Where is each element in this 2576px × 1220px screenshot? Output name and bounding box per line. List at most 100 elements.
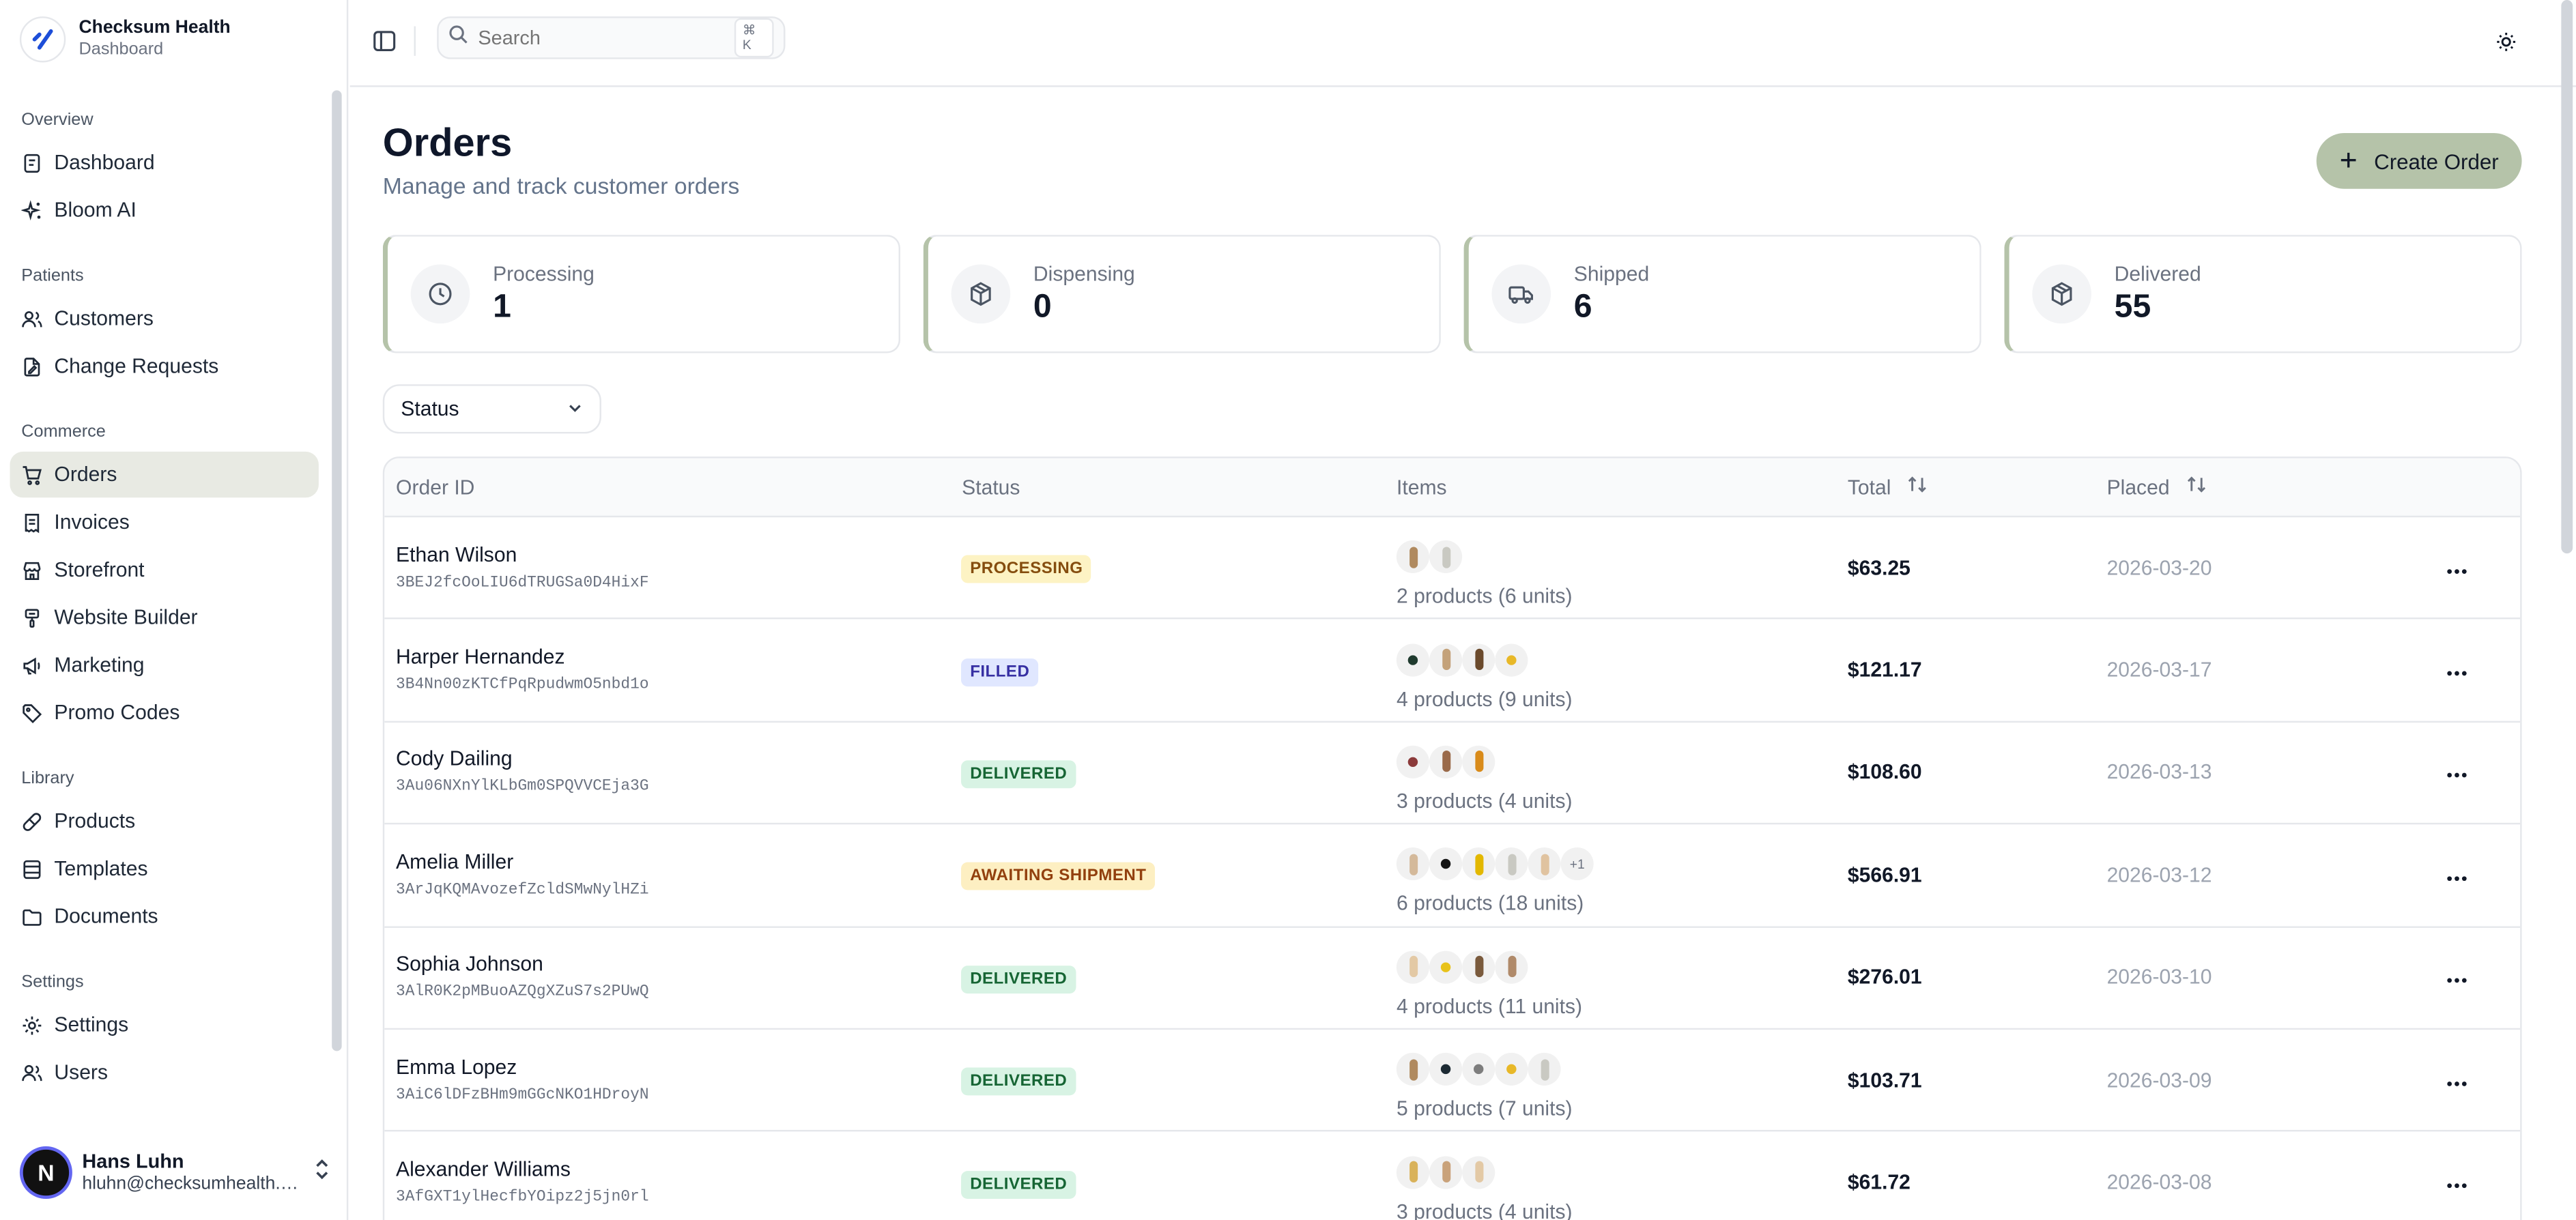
stat-card-processing[interactable]: Processing 1 bbox=[382, 235, 900, 353]
sidebar-item-documents[interactable]: Documents bbox=[10, 893, 318, 939]
customer-name[interactable]: Amelia Miller bbox=[396, 849, 962, 875]
megaphone-icon bbox=[21, 654, 42, 676]
sidebar-item-invoices[interactable]: Invoices bbox=[10, 499, 318, 545]
product-thumbnail bbox=[1462, 745, 1495, 779]
customer-name[interactable]: Alexander Williams bbox=[396, 1157, 962, 1183]
customer-name[interactable]: Harper Hernandez bbox=[396, 644, 962, 671]
product-thumbnail bbox=[1495, 950, 1528, 984]
search-icon bbox=[448, 23, 468, 53]
sort-icon bbox=[2186, 475, 2206, 499]
items-summary: 2 products (6 units) bbox=[1397, 585, 1573, 609]
sidebar-item-storefront[interactable]: Storefront bbox=[10, 547, 318, 592]
table-row[interactable]: Cody Dailing 3Au06NXnYlKLbGm0SPQVVCEja3G… bbox=[384, 723, 2521, 825]
sidebar-item-customers[interactable]: Customers bbox=[10, 295, 318, 341]
table-row[interactable]: Ethan Wilson 3BEJ2fcOoLIU6dTRUGSa0D4HixF… bbox=[384, 517, 2521, 620]
customer-name[interactable]: Emma Lopez bbox=[396, 1054, 962, 1080]
sidebar-item-marketing[interactable]: Marketing bbox=[10, 642, 318, 688]
sidebar-item-promo-codes[interactable]: Promo Codes bbox=[10, 690, 318, 736]
header-order-id: Order ID bbox=[396, 475, 475, 499]
table-row[interactable]: Alexander Williams 3AfGXT1ylHecfbYOipz2j… bbox=[384, 1132, 2520, 1220]
product-thumbnail bbox=[1429, 1053, 1463, 1086]
sidebar-item-users[interactable]: Users bbox=[10, 1049, 318, 1095]
search-input[interactable] bbox=[478, 26, 725, 50]
sidebar-item-templates[interactable]: Templates bbox=[10, 846, 318, 892]
header-placed-sort[interactable]: Placed bbox=[2107, 475, 2394, 499]
status-badge: DELIVERED bbox=[962, 965, 1076, 993]
order-id: 3B4Nn00zKTCfPqRpudwmO5nbd1o bbox=[396, 675, 649, 693]
package-icon bbox=[2032, 264, 2091, 324]
product-thumbnail bbox=[1429, 1155, 1463, 1189]
user-email: hluhn@checksumhealth.com bbox=[82, 1174, 300, 1194]
items-summary: 4 products (11 units) bbox=[1397, 994, 1583, 1018]
order-total: $121.17 bbox=[1847, 658, 1922, 682]
more-actions-icon[interactable] bbox=[2446, 860, 2467, 890]
customer-name[interactable]: Sophia Johnson bbox=[396, 951, 962, 978]
header-total-sort[interactable]: Total bbox=[1848, 475, 2107, 499]
sidebar-scrollbar[interactable] bbox=[332, 90, 342, 1051]
stat-card-shipped[interactable]: Shipped 6 bbox=[1463, 235, 1981, 353]
sidebar-item-label: Promo Codes bbox=[54, 701, 180, 725]
more-actions-icon[interactable] bbox=[2446, 656, 2467, 685]
sidebar-item-label: Documents bbox=[54, 905, 158, 928]
page-scrollbar[interactable] bbox=[2561, 0, 2573, 554]
product-thumbnail bbox=[1429, 950, 1463, 984]
order-total: $61.72 bbox=[1847, 1171, 1910, 1194]
sidebar-item-settings[interactable]: Settings bbox=[10, 1002, 318, 1047]
order-placed-date: 2026-03-08 bbox=[2106, 1171, 2212, 1194]
sidebar-item-change-requests[interactable]: Change Requests bbox=[10, 343, 318, 389]
order-id: 3AiC6lDFzBHm9mGGcNKO1HDroyN bbox=[396, 1085, 649, 1103]
table-row[interactable]: Harper Hernandez 3B4Nn00zKTCfPqRpudwmO5n… bbox=[384, 620, 2521, 723]
order-id: 3BEJ2fcOoLIU6dTRUGSa0D4HixF bbox=[396, 572, 649, 591]
divider bbox=[414, 26, 416, 56]
page-subtitle: Manage and track customer orders bbox=[382, 172, 740, 199]
product-thumbnail bbox=[1462, 950, 1495, 984]
table-row[interactable]: Amelia Miller 3ArJqKQMAvozefZcldSMwNylHZ… bbox=[384, 825, 2521, 927]
users-icon bbox=[21, 1062, 42, 1083]
sidebar-item-products[interactable]: Products bbox=[10, 798, 318, 844]
status-badge: DELIVERED bbox=[962, 1067, 1076, 1096]
table-row[interactable]: Emma Lopez 3AiC6lDFzBHm9mGGcNKO1HDroyN D… bbox=[384, 1030, 2521, 1133]
brand[interactable]: Checksum Health Dashboard bbox=[19, 16, 231, 63]
more-actions-icon[interactable] bbox=[2446, 553, 2467, 582]
items-summary: 5 products (7 units) bbox=[1397, 1097, 1573, 1120]
stat-value: 55 bbox=[2114, 289, 2151, 325]
sidebar-item-label: Products bbox=[54, 809, 136, 833]
product-thumbnails bbox=[1397, 745, 1848, 782]
stat-card-dispensing[interactable]: Dispensing 0 bbox=[923, 235, 1441, 353]
orders-table: Order ID Status Items Total Placed Ethan… bbox=[382, 456, 2522, 1220]
product-thumbnail bbox=[1462, 1155, 1495, 1189]
sidebar-item-label: Bloom AI bbox=[54, 199, 137, 222]
more-actions-icon[interactable] bbox=[2446, 963, 2467, 992]
sun-icon[interactable] bbox=[2495, 31, 2517, 61]
table-row[interactable]: Sophia Johnson 3AlR0K2pMBuoAZQgXZuS7s2PU… bbox=[384, 927, 2521, 1030]
sidebar-item-orders[interactable]: Orders bbox=[10, 451, 319, 498]
order-total: $63.25 bbox=[1847, 556, 1910, 579]
sidebar-item-bloom-ai[interactable]: Bloom AI bbox=[10, 187, 318, 233]
sidebar-toggle-icon[interactable] bbox=[373, 29, 396, 61]
order-total: $108.60 bbox=[1847, 761, 1922, 785]
order-total: $103.71 bbox=[1847, 1069, 1922, 1092]
sidebar-item-label: Orders bbox=[54, 463, 117, 486]
more-actions-icon[interactable] bbox=[2446, 1065, 2467, 1094]
tag-icon bbox=[21, 702, 42, 723]
more-actions-icon[interactable] bbox=[2446, 1167, 2467, 1197]
sidebar-item-dashboard[interactable]: Dashboard bbox=[10, 140, 318, 186]
stat-card-delivered[interactable]: Delivered 55 bbox=[2004, 235, 2522, 353]
customer-name[interactable]: Cody Dailing bbox=[396, 746, 962, 773]
plus-icon bbox=[2340, 149, 2358, 173]
header-total: Total bbox=[1847, 475, 1891, 499]
order-id: 3ArJqKQMAvozefZcldSMwNylHZi bbox=[396, 880, 649, 899]
user-menu[interactable]: N Hans Luhn hluhn@checksumhealth.com bbox=[19, 1139, 332, 1206]
more-actions-icon[interactable] bbox=[2446, 758, 2467, 787]
product-thumbnail bbox=[1462, 1053, 1495, 1086]
customer-name[interactable]: Ethan Wilson bbox=[396, 542, 962, 568]
create-order-button[interactable]: Create Order bbox=[2316, 132, 2522, 189]
status-filter-select[interactable]: Status bbox=[382, 384, 601, 434]
layout-icon bbox=[21, 858, 42, 880]
status-badge: PROCESSING bbox=[962, 555, 1091, 583]
stats-row: Processing 1 Dispensing 0 Shipped 6 Deli… bbox=[382, 235, 2522, 353]
order-id: 3Au06NXnYlKLbGm0SPQVVCEja3G bbox=[396, 777, 649, 796]
sidebar-item-website-builder[interactable]: Website Builder bbox=[10, 594, 318, 640]
search-box[interactable]: ⌘ K bbox=[437, 16, 786, 59]
